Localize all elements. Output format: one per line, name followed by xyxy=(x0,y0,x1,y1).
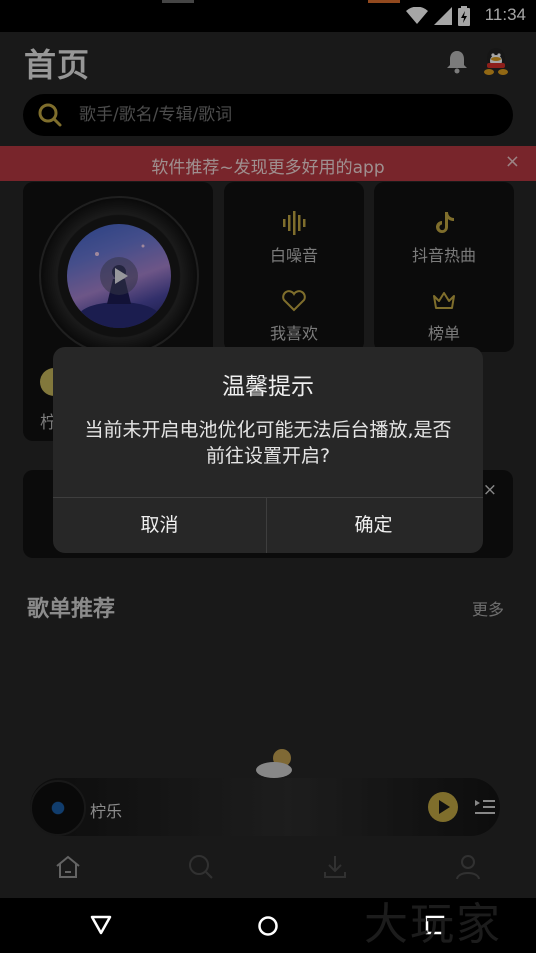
confirm-button[interactable]: 确定 xyxy=(267,498,480,553)
battery-optimization-dialog: 温馨提示 当前未开启电池优化可能无法后台播放,是否前往设置开启? 取消 确定 xyxy=(53,347,483,553)
dialog-title: 温馨提示 xyxy=(222,374,314,400)
dialog-message: 当前未开启电池优化可能无法后台播放,是否前往设置开启? xyxy=(84,419,452,467)
watermark: 大玩家 xyxy=(364,899,502,950)
back-icon[interactable] xyxy=(90,915,112,935)
cancel-button[interactable]: 取消 xyxy=(53,498,266,553)
home-button-icon[interactable] xyxy=(257,915,279,937)
